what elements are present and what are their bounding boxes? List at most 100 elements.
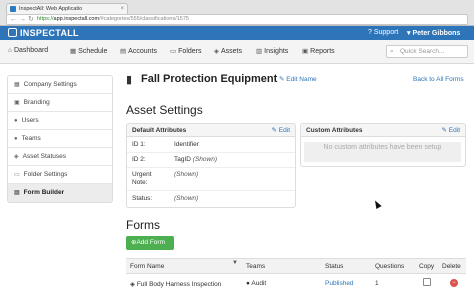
logo-text: INSPECTALL	[20, 28, 79, 38]
sidebar-item-label: Company Settings	[23, 81, 77, 88]
column-delete[interactable]: Delete	[442, 263, 461, 270]
nav-insights[interactable]: ▥ Insights	[256, 47, 288, 55]
nav-label: Accounts	[128, 48, 157, 55]
sidebar-item-label: Form Builder	[23, 189, 65, 196]
user-name: Peter Gibbons	[412, 30, 461, 37]
asset-title: Fall Protection Equipment	[141, 73, 278, 85]
attribute-row: ID 1: Identifier	[127, 138, 295, 153]
delete-icon[interactable]: −	[450, 279, 458, 287]
browser-chrome: InspectAll: Web Applicatio × ← → ↻ https…	[0, 0, 474, 26]
chart-icon: ▥	[256, 48, 263, 55]
attribute-label: ID 1:	[132, 141, 146, 148]
nav-label: Assets	[221, 48, 243, 55]
sidebar-item-label: Teams	[21, 135, 41, 142]
add-form-button[interactable]: ⊕Add Form	[126, 236, 174, 250]
attribute-value: TagID (Shown)	[174, 156, 217, 163]
settings-sidebar: ▦ Company Settings ▣ Branding ● Users ● Team…	[7, 75, 113, 203]
column-questions[interactable]: Questions	[375, 263, 404, 270]
sidebar-item-teams[interactable]: ● Teams	[8, 130, 112, 148]
edit-name-link[interactable]: ✎ Edit Name	[279, 75, 317, 83]
form-name-cell[interactable]: ◈ Full Body Harness Inspection	[130, 280, 221, 288]
edit-name-label: Edit Name	[286, 76, 317, 83]
sidebar-item-asset-statuses[interactable]: ◈ Asset Statuses	[8, 148, 112, 166]
default-attributes-title: Default Attributes	[127, 124, 295, 137]
nav-label: Reports	[310, 48, 335, 55]
copy-icon[interactable]	[423, 278, 431, 286]
asset-settings-heading: Asset Settings	[126, 103, 203, 117]
form-teams: Audit	[251, 280, 267, 287]
image-icon: ▣	[14, 100, 20, 106]
support-label: Support	[373, 29, 399, 36]
favicon-icon	[10, 6, 16, 12]
column-status[interactable]: Status	[325, 263, 343, 270]
tag-icon: ◈	[14, 154, 19, 160]
attribute-row: Urgent Note: (Shown)	[127, 168, 295, 191]
nav-label: Folders	[178, 48, 202, 55]
folder-icon: ▭	[170, 48, 177, 55]
address-bar[interactable]: ← → ↻ https://app.inspectall.com/#catego…	[6, 14, 468, 25]
tag-icon: ◈	[130, 281, 137, 288]
back-arrow-icon[interactable]: ←	[10, 15, 17, 24]
nav-folders[interactable]: ▭ Folders	[170, 47, 202, 55]
attribute-row: ID 2: TagID (Shown)	[127, 153, 295, 168]
edit-label: Edit	[448, 127, 460, 134]
app-logo[interactable]: INSPECTALL	[8, 28, 79, 38]
quick-search-input[interactable]: ⌕ Quick Search...	[386, 45, 468, 58]
edit-label: Edit	[278, 127, 290, 134]
close-tab-icon[interactable]: ×	[120, 4, 124, 14]
sidebar-item-label: Branding	[23, 99, 50, 106]
group-icon: ●	[14, 136, 18, 142]
column-teams[interactable]: Teams	[246, 263, 265, 270]
add-form-label: Add Form	[136, 239, 165, 246]
calendar-icon: ▦	[70, 48, 77, 55]
sidebar-item-branding[interactable]: ▣ Branding	[8, 94, 112, 112]
form-status-link[interactable]: Published	[325, 280, 354, 287]
attribute-value: Identifier	[174, 141, 199, 148]
nav-label: Insights	[264, 48, 289, 55]
search-icon: ⌕	[390, 48, 394, 55]
asset-tag-icon: ▮	[126, 74, 133, 86]
search-placeholder: Quick Search...	[400, 48, 445, 55]
logo-icon	[8, 28, 17, 37]
attribute-value-text: Identifier	[174, 141, 199, 148]
reload-icon[interactable]: ↻	[28, 15, 34, 24]
nav-schedule[interactable]: ▦ Schedule	[70, 47, 107, 55]
folder-icon: ▭	[14, 172, 20, 178]
document-icon: ▣	[302, 48, 309, 55]
form-teams-cell: ● Audit	[246, 280, 266, 287]
attribute-label: ID 2:	[132, 156, 146, 163]
sidebar-item-label: Folder Settings	[23, 171, 68, 178]
nav-reports[interactable]: ▣ Reports	[302, 47, 335, 55]
sidebar-item-company-settings[interactable]: ▦ Company Settings	[8, 76, 112, 94]
default-attributes-edit-link[interactable]: ✎ Edit	[272, 126, 290, 134]
sidebar-item-label: Asset Statuses	[22, 153, 66, 160]
attribute-shown: (Shown)	[174, 171, 199, 178]
sidebar-item-form-builder[interactable]: ▤ Form Builder	[8, 184, 112, 202]
forward-arrow-icon[interactable]: →	[19, 15, 26, 24]
nav-accounts[interactable]: ▤ Accounts	[120, 47, 157, 55]
mouse-cursor-icon	[372, 199, 382, 209]
sidebar-item-folder-settings[interactable]: ▭ Folder Settings	[8, 166, 112, 184]
url-path: /#categories/555/classifications/1575	[99, 16, 189, 22]
nav-assets[interactable]: ◈ Assets	[214, 47, 242, 55]
attribute-shown: (Shown)	[174, 195, 199, 202]
sort-caret-icon[interactable]: ▼	[232, 260, 242, 273]
back-to-all-forms-link[interactable]: Back to All Forms	[413, 76, 464, 83]
form-icon: ▤	[14, 190, 20, 196]
custom-attributes-title: Custom Attributes	[301, 124, 465, 137]
support-link[interactable]: ? Support	[368, 29, 398, 36]
tab-title: InspectAll: Web Applicatio	[19, 6, 83, 12]
user-menu[interactable]: ▾ Peter Gibbons	[407, 29, 460, 37]
forms-table: Form Name ▼ Teams Status Questions Copy …	[126, 258, 466, 296]
briefcase-icon: ▤	[120, 48, 127, 55]
nav-dashboard[interactable]: ⌂ Dashboard	[8, 47, 48, 54]
browser-tab[interactable]: InspectAll: Web Applicatio ×	[6, 3, 128, 14]
sidebar-item-users[interactable]: ● Users	[8, 112, 112, 130]
column-form-name[interactable]: Form Name	[130, 263, 164, 270]
custom-attributes-edit-link[interactable]: ✎ Edit	[442, 126, 460, 134]
attribute-value: (Shown)	[174, 171, 198, 178]
form-questions-count: 1	[375, 280, 379, 287]
forms-table-header: Form Name ▼ Teams Status Questions Copy …	[126, 259, 466, 274]
app-header: INSPECTALL ? Support ▾ Peter Gibbons	[0, 26, 474, 40]
column-copy[interactable]: Copy	[419, 263, 434, 270]
